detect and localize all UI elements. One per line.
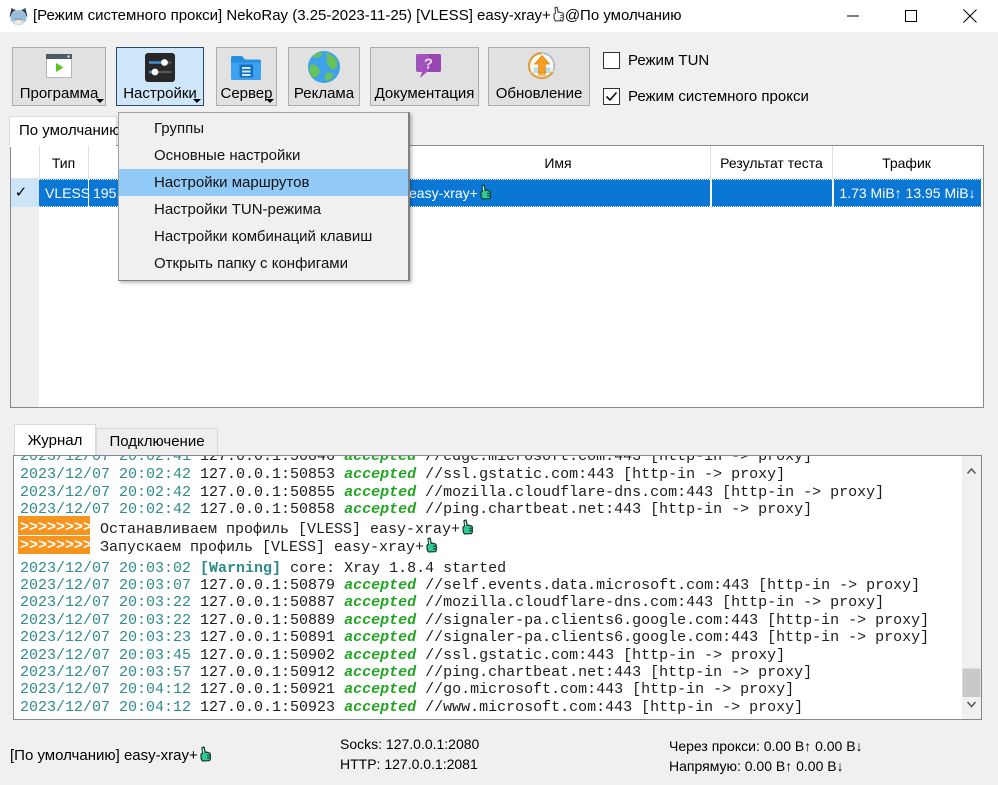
svg-text:?: ? — [424, 56, 433, 73]
